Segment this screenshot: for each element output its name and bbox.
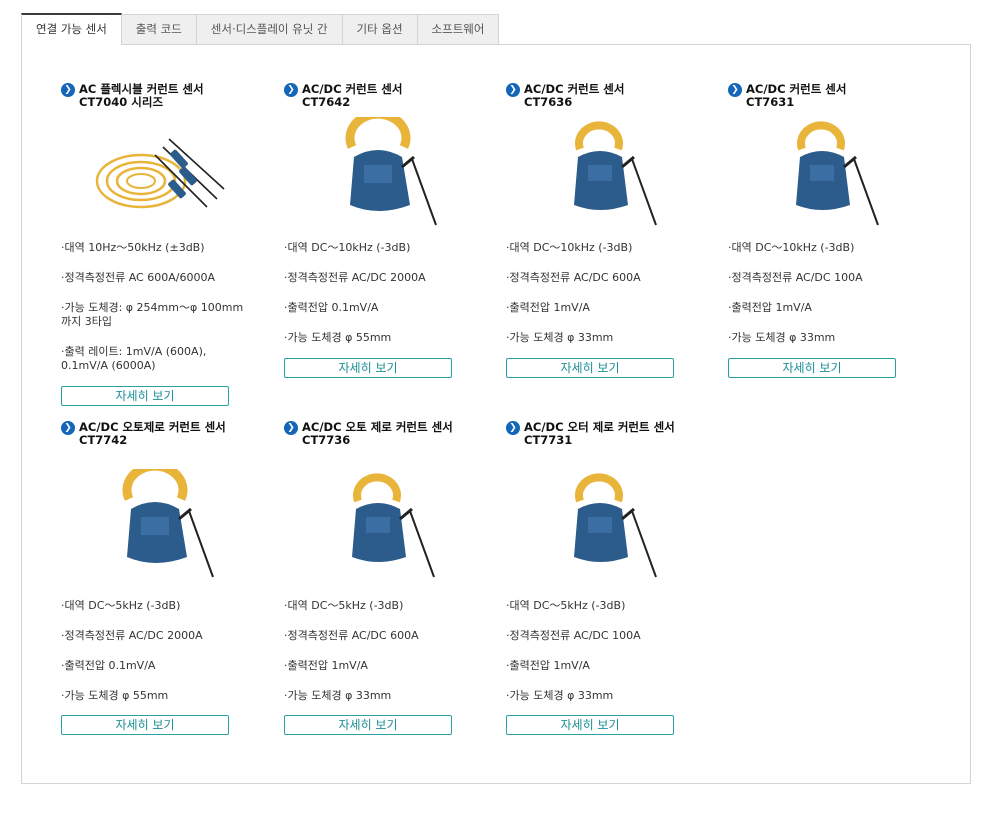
card-title[interactable]: ❯ AC/DC 커런트 센서 CT7642 <box>284 83 489 109</box>
sensor-card-ct7636: ❯ AC/DC 커런트 센서 CT7636 ·대역 DC～10kHz (-3dB… <box>506 83 711 383</box>
clamp-sensor-image <box>756 117 896 227</box>
detail-button[interactable]: 자세히 보기 <box>284 715 452 735</box>
spec-bandwidth: ·대역 DC～10kHz (-3dB) <box>284 241 411 254</box>
card-title[interactable]: ❯ AC/DC 오토 제로 커런트 센서 CT7736 <box>284 421 484 447</box>
spec-conductor-diameter: ·가능 도체경 φ 55mm <box>61 689 169 702</box>
clamp-sensor-image <box>89 461 229 579</box>
detail-button[interactable]: 자세히 보기 <box>284 358 452 378</box>
circle-arrow-right-icon: ❯ <box>61 83 75 97</box>
clamp-sensor-image <box>534 469 674 579</box>
clamp-sensor-image <box>312 469 452 579</box>
spec-conductor-diameter: ·가능 도체경: φ 254mm～φ 100mm 까지 3타입 <box>61 301 244 328</box>
spec-output-voltage: ·출력전압 0.1mV/A <box>284 301 379 314</box>
detail-button[interactable]: 자세히 보기 <box>61 715 229 735</box>
card-title[interactable]: ❯ AC/DC 오토제로 커런트 센서 CT7742 <box>61 421 256 447</box>
spec-bandwidth: ·대역 DC～5kHz (-3dB) <box>506 599 626 612</box>
spec-bandwidth: ·대역 DC～5kHz (-3dB) <box>284 599 404 612</box>
spec-output-voltage: ·출력전압 1mV/A <box>284 659 368 672</box>
circle-arrow-right-icon: ❯ <box>506 83 520 97</box>
spec-list: ·대역 DC～5kHz (-3dB) ·정격측정전류 AC/DC 100A ·출… <box>506 599 716 719</box>
sensor-card-ct7742: ❯ AC/DC 오토제로 커런트 센서 CT7742 ·대역 DC～5kHz (… <box>61 421 266 741</box>
detail-button[interactable]: 자세히 보기 <box>728 358 896 378</box>
spec-list: ·대역 DC～5kHz (-3dB) ·정격측정전류 AC/DC 600A ·출… <box>284 599 494 719</box>
tab-other-options[interactable]: 기타 옵션 <box>341 14 418 45</box>
spec-output-rate: ·출력 레이트: 1mV/A (600A), 0.1mV/A (6000A) <box>61 345 207 372</box>
tab-connectable-sensors[interactable]: 연결 가능 센서 <box>21 13 122 45</box>
spec-list: ·대역 DC～10kHz (-3dB) ·정격측정전류 AC/DC 600A ·… <box>506 241 716 361</box>
spec-conductor-diameter: ·가능 도체경 φ 55mm <box>284 331 392 344</box>
spec-conductor-diameter: ·가능 도체경 φ 33mm <box>506 331 614 344</box>
clamp-sensor-image <box>534 117 674 227</box>
tab-output-codes[interactable]: 출력 코드 <box>120 14 197 45</box>
sensor-card-ct7642: ❯ AC/DC 커런트 센서 CT7642 ·대역 DC～10kHz (-3dB… <box>284 83 489 383</box>
clamp-sensor-image <box>312 109 452 227</box>
circle-arrow-right-icon: ❯ <box>284 83 298 97</box>
card-title[interactable]: ❯ AC 플렉시블 커런트 센서 CT7040 시리즈 <box>61 83 266 109</box>
spec-rated-current: ·정격측정전류 AC/DC 100A <box>728 271 863 284</box>
spec-list: ·대역 10Hz～50kHz (±3dB) ·정격측정전류 AC 600A/60… <box>61 241 271 389</box>
spec-rated-current: ·정격측정전류 AC/DC 100A <box>506 629 641 642</box>
spec-rated-current: ·정격측정전류 AC/DC 2000A <box>61 629 203 642</box>
detail-button[interactable]: 자세히 보기 <box>61 386 229 406</box>
spec-list: ·대역 DC～10kHz (-3dB) ·정격측정전류 AC/DC 100A ·… <box>728 241 938 361</box>
spec-conductor-diameter: ·가능 도체경 φ 33mm <box>506 689 614 702</box>
spec-output-voltage: ·출력전압 1mV/A <box>506 659 590 672</box>
spec-bandwidth: ·대역 DC～10kHz (-3dB) <box>506 241 633 254</box>
flexible-sensor-image <box>89 119 229 229</box>
sensor-card-ct7736: ❯ AC/DC 오토 제로 커런트 센서 CT7736 ·대역 DC～5kHz … <box>284 421 489 741</box>
sensor-card-ct7040: ❯ AC 플렉시블 커런트 센서 CT7040 시리즈 ·대역 10Hz～50k… <box>61 83 266 408</box>
spec-rated-current: ·정격측정전류 AC/DC 2000A <box>284 271 426 284</box>
sensor-card-ct7731: ❯ AC/DC 오터 제로 커런트 센서 CT7731 ·대역 DC～5kHz … <box>506 421 711 741</box>
circle-arrow-right-icon: ❯ <box>506 421 520 435</box>
detail-button[interactable]: 자세히 보기 <box>506 358 674 378</box>
detail-button[interactable]: 자세히 보기 <box>506 715 674 735</box>
tab-bar: 연결 가능 센서 출력 코드 센서·디스플레이 유닛 간 기타 옵션 소프트웨어 <box>21 13 500 45</box>
spec-rated-current: ·정격측정전류 AC/DC 600A <box>284 629 419 642</box>
circle-arrow-right-icon: ❯ <box>61 421 75 435</box>
spec-conductor-diameter: ·가능 도체경 φ 33mm <box>728 331 836 344</box>
circle-arrow-right-icon: ❯ <box>728 83 742 97</box>
tab-sensor-display-unit[interactable]: 센서·디스플레이 유닛 간 <box>195 14 343 45</box>
circle-arrow-right-icon: ❯ <box>284 421 298 435</box>
spec-conductor-diameter: ·가능 도체경 φ 33mm <box>284 689 392 702</box>
spec-list: ·대역 DC～5kHz (-3dB) ·정격측정전류 AC/DC 2000A ·… <box>61 599 271 719</box>
spec-bandwidth: ·대역 10Hz～50kHz (±3dB) <box>61 241 205 254</box>
spec-output-voltage: ·출력전압 1mV/A <box>506 301 590 314</box>
spec-bandwidth: ·대역 DC～10kHz (-3dB) <box>728 241 855 254</box>
card-title[interactable]: ❯ AC/DC 커런트 센서 CT7631 <box>728 83 933 109</box>
spec-bandwidth: ·대역 DC～5kHz (-3dB) <box>61 599 181 612</box>
tab-panel: ❯ AC 플렉시블 커런트 센서 CT7040 시리즈 ·대역 10Hz～50k… <box>21 44 971 784</box>
sensor-card-ct7631: ❯ AC/DC 커런트 센서 CT7631 ·대역 DC～10kHz (-3dB… <box>728 83 933 383</box>
spec-rated-current: ·정격측정전류 AC/DC 600A <box>506 271 641 284</box>
card-title[interactable]: ❯ AC/DC 오터 제로 커런트 센서 CT7731 <box>506 421 706 447</box>
tab-software[interactable]: 소프트웨어 <box>416 14 500 45</box>
spec-list: ·대역 DC～10kHz (-3dB) ·정격측정전류 AC/DC 2000A … <box>284 241 494 361</box>
spec-rated-current: ·정격측정전류 AC 600A/6000A <box>61 271 215 284</box>
card-title[interactable]: ❯ AC/DC 커런트 센서 CT7636 <box>506 83 711 109</box>
spec-output-voltage: ·출력전압 0.1mV/A <box>61 659 156 672</box>
spec-output-voltage: ·출력전압 1mV/A <box>728 301 812 314</box>
